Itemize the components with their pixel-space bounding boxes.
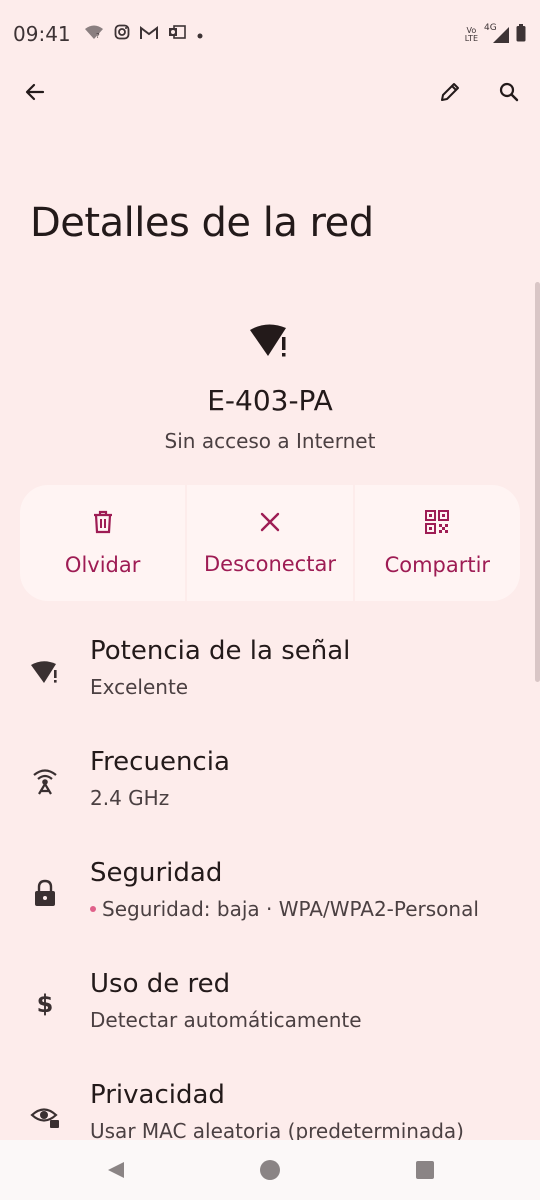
privacy-eye-icon — [30, 1100, 60, 1130]
list-item-title: Privacidad — [90, 1080, 225, 1110]
svg-text:?: ? — [96, 32, 100, 40]
list-item-frequency[interactable]: Frecuencia 2.4 GHz — [0, 743, 540, 854]
disconnect-button[interactable]: Desconectar — [187, 485, 353, 601]
status-bar: 09:41 ? Vo LTE 4G — [0, 0, 540, 66]
wifi-warning-icon — [248, 318, 292, 366]
back-arrow-icon[interactable] — [13, 70, 57, 114]
action-buttons: Olvidar Desconectar Compartir — [20, 485, 520, 601]
dollar-icon: $ — [36, 990, 54, 1018]
security-warning-dot — [90, 905, 96, 912]
battery-icon — [516, 24, 526, 46]
volte-bottom-label: LTE — [464, 34, 478, 43]
list-item-subtitle: Seguridad: baja · WPA/WPA2-Personal — [102, 897, 479, 921]
nav-home-icon[interactable] — [258, 1158, 282, 1182]
notification-icons: ? — [84, 24, 204, 44]
navigation-bar — [0, 1140, 540, 1200]
outlook-icon — [168, 24, 186, 44]
antenna-icon — [30, 767, 60, 797]
trash-icon — [92, 510, 114, 539]
network-name: E-403-PA — [207, 384, 333, 417]
lock-icon — [30, 878, 60, 908]
wifi-warning-icon — [30, 656, 60, 686]
volte-icon: Vo LTE — [465, 27, 478, 43]
close-icon — [259, 511, 281, 538]
system-status-icons: Vo LTE 4G — [465, 24, 526, 46]
page-title: Detalles de la red — [30, 200, 374, 246]
gmail-icon — [140, 25, 158, 44]
edit-pencil-icon[interactable] — [428, 70, 472, 114]
qr-code-icon — [425, 509, 450, 539]
list-item-title: Frecuencia — [90, 747, 230, 777]
scrollbar[interactable] — [535, 282, 540, 682]
share-button-label: Compartir — [384, 552, 491, 577]
list-item-title: Potencia de la señal — [90, 636, 351, 666]
details-list: Potencia de la señal Excelente Frecuenci… — [0, 632, 540, 1187]
list-item-subtitle: 2.4 GHz — [90, 786, 170, 810]
list-item-security[interactable]: Seguridad Seguridad: baja · WPA/WPA2-Per… — [0, 854, 540, 965]
instagram-icon — [114, 24, 130, 44]
list-item-network-usage[interactable]: $ Uso de red Detectar automáticamente — [0, 965, 540, 1076]
status-time: 09:41 — [13, 22, 71, 46]
list-item-title: Seguridad — [90, 858, 223, 888]
share-button[interactable]: Compartir — [354, 485, 520, 601]
list-item-signal-strength[interactable]: Potencia de la señal Excelente — [0, 632, 540, 743]
forget-button-label: Olvidar — [64, 552, 141, 577]
disconnect-button-label: Desconectar — [204, 551, 336, 576]
forget-button[interactable]: Olvidar — [20, 485, 186, 601]
search-icon[interactable] — [487, 70, 531, 114]
network-header: E-403-PA Sin acceso a Internet — [0, 318, 540, 453]
app-bar — [0, 66, 540, 122]
list-item-title: Uso de red — [90, 969, 231, 999]
nav-recents-icon[interactable] — [413, 1158, 437, 1182]
nav-back-icon[interactable] — [104, 1158, 128, 1182]
dot-icon — [196, 25, 204, 44]
wifi-question-icon: ? — [84, 24, 104, 44]
list-item-subtitle: Excelente — [90, 675, 189, 699]
list-item-subtitle-row: Seguridad: baja · WPA/WPA2-Personal — [90, 897, 479, 921]
signal-icon: 4G — [484, 24, 510, 44]
network-status: Sin acceso a Internet — [164, 429, 376, 453]
list-item-subtitle: Detectar automáticamente — [90, 1008, 362, 1032]
